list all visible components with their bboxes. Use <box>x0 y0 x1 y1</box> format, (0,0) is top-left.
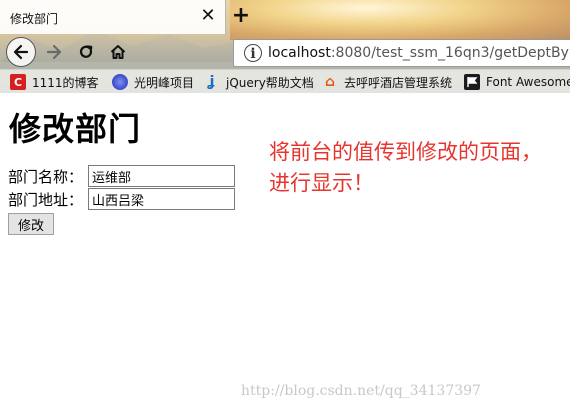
url-host: localhost <box>268 45 331 61</box>
url-text[interactable]: localhost:8080/test_ssm_16qn3/getDeptByI… <box>268 45 570 61</box>
dept-address-input[interactable] <box>88 188 235 210</box>
browser-tab[interactable]: 修改部门 ✕ <box>0 0 226 34</box>
bookmark-hotel-system[interactable]: ⌂ 去呼呼酒店管理系统 <box>322 73 452 91</box>
bookmark-guangmingfeng[interactable]: 光明峰项目 <box>112 73 194 91</box>
browser-chrome: 修改部门 ✕ + i localhost:8080/test_ssm_16qn3… <box>0 0 570 93</box>
csdn-icon: C <box>10 74 26 90</box>
submit-button[interactable]: 修改 <box>8 213 55 235</box>
home-icon <box>110 45 126 59</box>
tab-title: 修改部门 <box>10 12 59 26</box>
forward-button[interactable] <box>40 38 68 66</box>
annotation-text: 将前台的值传到修改的页面，进行显示！ <box>269 140 542 195</box>
bookmark-label: 1111的博客 <box>32 75 99 90</box>
dept-name-row: 部门名称： <box>8 165 235 187</box>
dept-name-input[interactable] <box>88 165 235 187</box>
theme-background <box>230 0 570 40</box>
globe-icon <box>112 74 128 90</box>
arrow-left-icon <box>13 44 29 60</box>
page-title: 修改部门 <box>9 110 142 148</box>
dept-address-label: 部门地址： <box>8 190 84 209</box>
dept-address-row: 部门地址： <box>8 188 235 210</box>
bookmark-font-awesome[interactable]: Font Awesome <box>464 73 570 91</box>
reload-button[interactable] <box>72 38 100 66</box>
jquery-icon: ʝ <box>209 74 215 90</box>
watermark: http://blog.csdn.net/qq_34137397 <box>241 383 481 399</box>
reload-icon <box>79 45 93 58</box>
home-icon: ⌂ <box>324 74 336 90</box>
back-button[interactable] <box>6 37 36 67</box>
address-bar[interactable]: i localhost:8080/test_ssm_16qn3/getDeptB… <box>233 39 570 67</box>
bookmark-label: Font Awesome <box>486 75 570 89</box>
dept-name-label: 部门名称： <box>8 167 84 186</box>
bookmark-label: jQuery帮助文档 <box>226 75 314 90</box>
home-button[interactable] <box>104 38 132 66</box>
bookmark-1111-blog[interactable]: C 1111的博客 <box>10 73 99 91</box>
bookmark-jquery-docs[interactable]: ʝ jQuery帮助文档 <box>204 73 314 91</box>
site-info-icon[interactable]: i <box>244 44 262 62</box>
bookmarks-bar: C 1111的博客 光明峰项目 ʝ jQuery帮助文档 ⌂ 去呼呼酒店管理系统… <box>0 69 570 93</box>
url-path: :8080/test_ssm_16qn3/getDeptById. <box>330 45 570 61</box>
bookmark-label: 光明峰项目 <box>134 75 195 90</box>
arrow-right-icon <box>46 44 62 60</box>
flag-icon <box>464 74 480 90</box>
close-icon[interactable]: ✕ <box>198 5 218 27</box>
new-tab-button[interactable]: + <box>230 4 252 28</box>
bookmark-label: 去呼呼酒店管理系统 <box>344 75 453 90</box>
